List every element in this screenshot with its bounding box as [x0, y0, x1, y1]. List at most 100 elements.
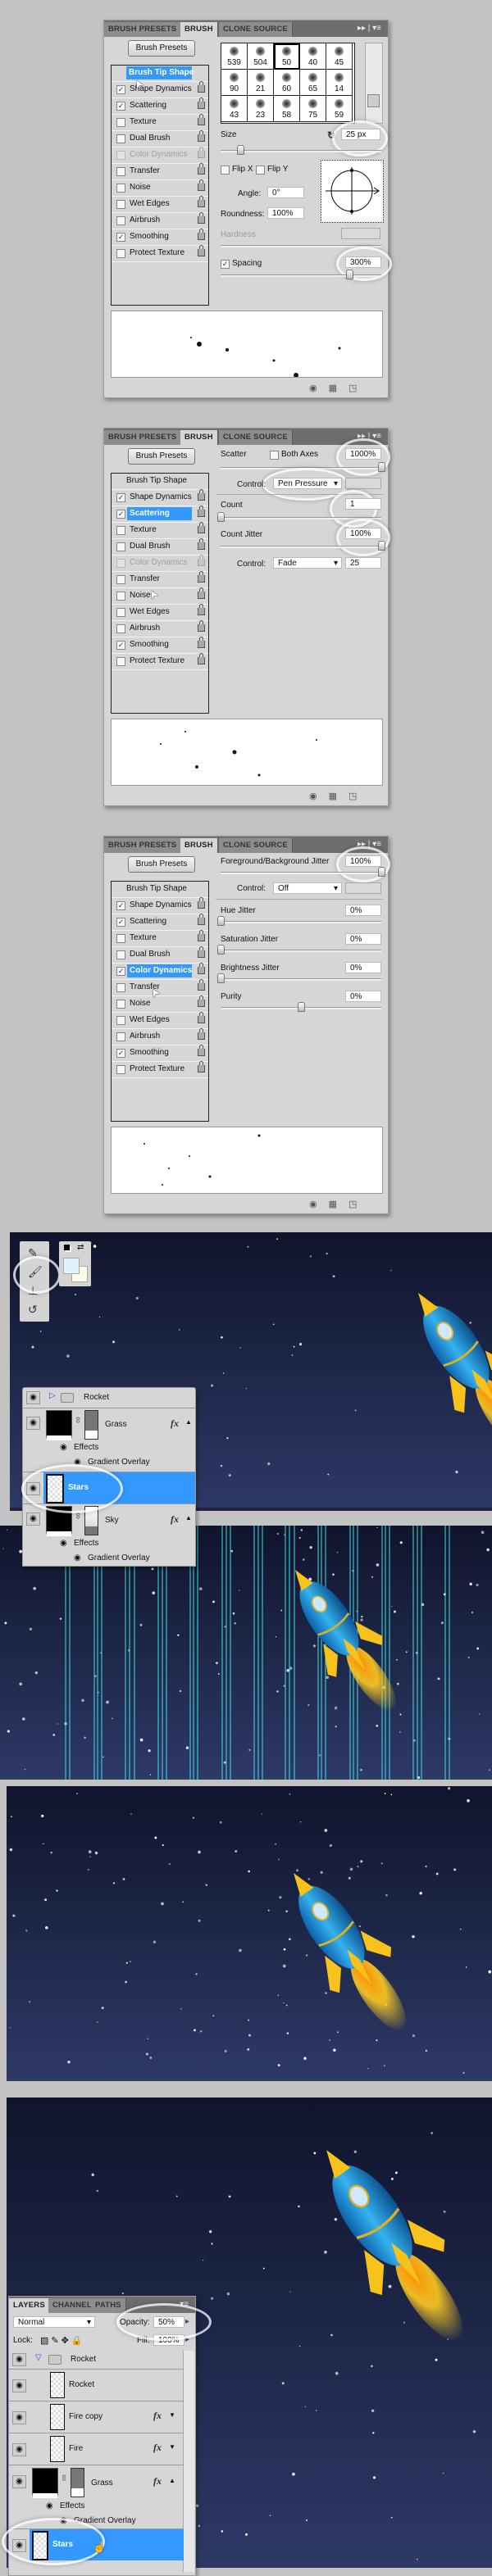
checkbox[interactable]: [116, 216, 125, 225]
history-brush-tool-icon[interactable]: ↺: [28, 1303, 38, 1317]
list-item-airbrush[interactable]: Airbrush: [112, 620, 208, 637]
visibility-eye-icon[interactable]: ◉: [12, 2475, 26, 2488]
checkbox[interactable]: [116, 624, 125, 633]
checkbox[interactable]: [116, 249, 125, 258]
fx-icon[interactable]: fx: [171, 1417, 179, 1430]
list-item-wet-edges[interactable]: Wet Edges: [112, 196, 208, 213]
group-collapse-arrow[interactable]: ▽: [35, 2353, 42, 2362]
hue-slider-thumb[interactable]: [217, 916, 225, 926]
lock-icon[interactable]: [198, 81, 205, 93]
brush-tip-cell[interactable]: 43: [221, 96, 248, 122]
count-jitter-input[interactable]: 100%: [345, 528, 381, 539]
lock-icon[interactable]: [198, 212, 205, 224]
purity-input[interactable]: 0%: [345, 991, 381, 1002]
list-item-texture[interactable]: Texture: [112, 930, 208, 947]
angle-input[interactable]: 0°: [267, 187, 304, 198]
list-item-wet-edges[interactable]: Wet Edges: [112, 1012, 208, 1029]
checkbox[interactable]: ✓: [116, 102, 125, 111]
lock-icon[interactable]: [198, 571, 205, 583]
size-slider[interactable]: [221, 145, 381, 155]
list-item-scattering[interactable]: ✓ Scattering: [112, 914, 208, 931]
effect-eye-icon[interactable]: ◉: [60, 1443, 67, 1452]
checkbox[interactable]: [116, 575, 125, 584]
lock-icon[interactable]: [198, 130, 205, 142]
both-axes-checkbox[interactable]: [270, 451, 279, 460]
list-item-protect-texture[interactable]: Protect Texture: [112, 1061, 208, 1078]
spacing-checkbox[interactable]: ✓: [221, 260, 230, 269]
fg-bg-jitter-slider-thumb[interactable]: [378, 867, 385, 877]
tab-clone-source[interactable]: CLONE SOURCE: [219, 838, 293, 853]
checkbox[interactable]: [116, 184, 125, 193]
list-item-dual-brush[interactable]: Dual Brush: [112, 538, 208, 556]
lock-icon[interactable]: [198, 1045, 205, 1056]
checkbox[interactable]: [116, 167, 125, 176]
tab-brush-presets[interactable]: BRUSH PRESETS: [104, 22, 182, 37]
panel-menu-icon[interactable]: ▸▸ | ▾≡: [358, 24, 381, 33]
panel-bottom-icons[interactable]: ◉▦◳: [309, 1199, 368, 1209]
list-item-shape-dynamics[interactable]: ✓ Shape Dynamics: [112, 489, 208, 506]
checkbox[interactable]: ✓: [116, 967, 125, 976]
size-slider-thumb[interactable]: [236, 145, 244, 155]
purity-slider-thumb[interactable]: [298, 1002, 305, 1012]
tab-brush[interactable]: BRUSH: [180, 22, 218, 37]
brightness-slider-thumb[interactable]: [217, 973, 225, 983]
checkbox[interactable]: ✓: [116, 641, 125, 650]
quick-selection-tool-icon[interactable]: ✎: [28, 1246, 38, 1260]
layer-row-rocket[interactable]: ◉ Rocket: [9, 2370, 184, 2401]
tab-clone-source[interactable]: CLONE SOURCE: [219, 430, 293, 445]
count-slider[interactable]: [217, 512, 381, 522]
checkbox[interactable]: ✓: [116, 918, 125, 927]
list-item-brush-tip-shape[interactable]: Brush Tip Shape: [112, 882, 208, 898]
opacity-slider-arrow[interactable]: ▸: [185, 2317, 189, 2326]
lock-icons[interactable]: ▨✎✥🔒: [40, 2335, 85, 2346]
size-input[interactable]: 25 px: [341, 129, 380, 140]
list-item-brush-tip-shape[interactable]: Brush Tip Shape: [112, 66, 208, 82]
lock-icon[interactable]: [198, 147, 205, 158]
tab-brush[interactable]: BRUSH: [180, 430, 218, 445]
lock-icon[interactable]: [198, 114, 205, 125]
list-item-noise[interactable]: Noise: [112, 587, 208, 605]
spacing-slider-thumb[interactable]: [345, 270, 353, 279]
checkbox[interactable]: ✓: [116, 901, 125, 910]
spacing-slider[interactable]: [221, 270, 381, 279]
tab-layers[interactable]: LAYERS: [9, 2298, 50, 2313]
checkbox[interactable]: ✓: [116, 85, 125, 94]
lock-icon[interactable]: [198, 1012, 205, 1023]
list-item-smoothing[interactable]: ✓ Smoothing: [112, 229, 208, 246]
list-item-dual-brush[interactable]: Dual Brush: [112, 130, 208, 147]
list-item-protect-texture[interactable]: Protect Texture: [112, 245, 208, 262]
fade-steps-input[interactable]: 25: [345, 557, 381, 569]
checkbox[interactable]: [116, 200, 125, 209]
purity-slider[interactable]: [221, 1002, 381, 1012]
group-expand-arrow[interactable]: ▷: [49, 1391, 56, 1400]
list-item-brush-tip-shape[interactable]: Brush Tip Shape: [112, 474, 208, 490]
checkbox[interactable]: [116, 592, 125, 601]
hue-input[interactable]: 0%: [345, 905, 381, 916]
lock-icon[interactable]: [198, 245, 205, 256]
scatter-slider-thumb[interactable]: [378, 462, 385, 472]
checkbox[interactable]: [116, 1016, 125, 1025]
lock-icon[interactable]: [198, 506, 205, 517]
checkbox[interactable]: [116, 950, 125, 959]
list-item-dual-brush[interactable]: Dual Brush: [112, 946, 208, 964]
default-colors-icon[interactable]: [64, 1245, 70, 1250]
panel-bottom-icons[interactable]: ◉▦◳: [309, 383, 368, 393]
fill-input[interactable]: 100%: [153, 2334, 184, 2346]
visibility-eye-icon[interactable]: ◉: [26, 1482, 40, 1495]
visibility-eye-icon[interactable]: ◉: [26, 1391, 40, 1404]
lock-icon[interactable]: [198, 1028, 205, 1040]
visibility-eye-icon[interactable]: ◉: [12, 2539, 26, 2552]
roundness-input[interactable]: 100%: [267, 207, 304, 219]
lock-icon[interactable]: [198, 587, 205, 599]
visibility-eye-icon[interactable]: ◉: [26, 1417, 40, 1430]
flip-y-checkbox[interactable]: [256, 166, 265, 175]
lock-icon[interactable]: [198, 897, 205, 909]
list-item-noise[interactable]: Noise: [112, 179, 208, 197]
list-item-texture[interactable]: Texture: [112, 114, 208, 131]
lock-icon[interactable]: [198, 604, 205, 615]
lock-icon[interactable]: [198, 196, 205, 207]
fg-bg-jitter-input[interactable]: 100%: [345, 855, 381, 867]
brush-tool-icon[interactable]: 🖌: [28, 1265, 43, 1279]
tab-brush-presets[interactable]: BRUSH PRESETS: [104, 838, 182, 853]
list-item-scattering[interactable]: ✓ Scattering: [112, 506, 208, 523]
